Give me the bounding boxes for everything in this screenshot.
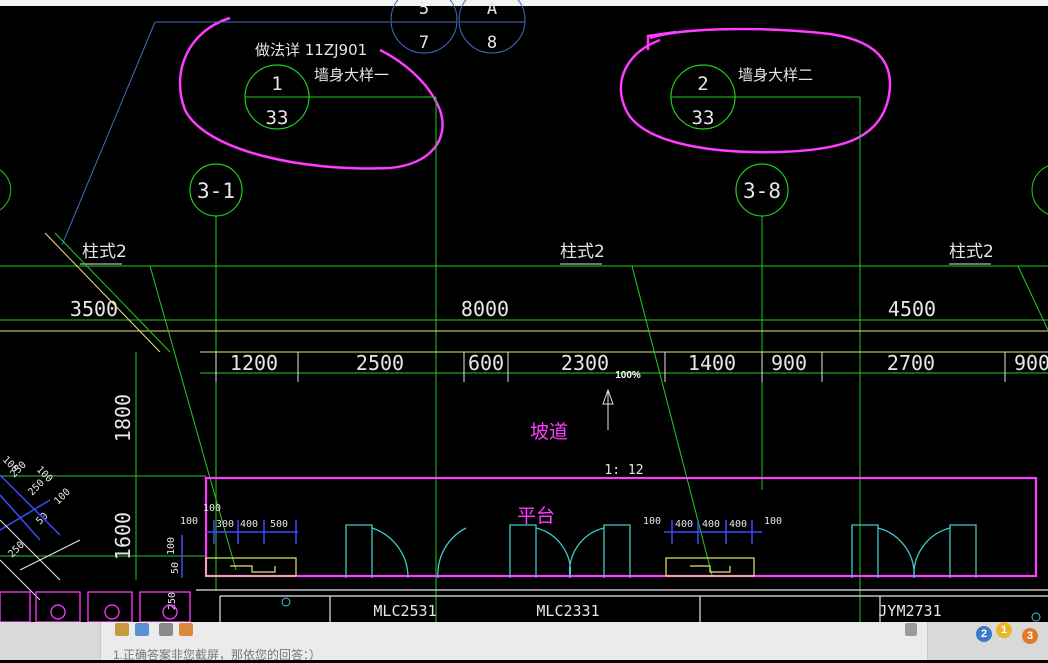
door-swings bbox=[345, 524, 977, 579]
small-dimensions: 100 100 300 400 500 100 400 400 400 100 … bbox=[166, 503, 782, 610]
expand-icon[interactable] bbox=[905, 623, 917, 636]
detail-number: 2 bbox=[697, 73, 708, 95]
top-bubbles: 5 7 A 8 bbox=[390, 0, 526, 54]
window-tag: MLC2531 bbox=[373, 602, 436, 620]
detail-label: 墙身大样二 bbox=[738, 66, 813, 84]
small-dim: 100 bbox=[180, 516, 198, 527]
platform-label: 平台 bbox=[517, 505, 555, 527]
small-dim: 100 bbox=[764, 516, 782, 527]
dimension-text: 900 bbox=[771, 351, 807, 375]
dimension-text: 1200 bbox=[230, 351, 278, 375]
detail-sheet: 33 bbox=[266, 107, 289, 129]
attach-icon[interactable] bbox=[179, 623, 193, 636]
column-label: 柱式2 bbox=[560, 242, 605, 262]
dimension-text: 8000 bbox=[461, 297, 509, 321]
column-label: 柱式2 bbox=[949, 242, 994, 262]
small-dim: 400 bbox=[675, 519, 693, 530]
dimension-text: 2300 bbox=[561, 351, 609, 375]
axis-label: 3-8 bbox=[743, 179, 781, 203]
axis-label: 3-1 bbox=[197, 179, 235, 203]
dimension-text: 1400 bbox=[688, 351, 736, 375]
cad-drawing-canvas[interactable]: 5 7 A 8 做法详 11ZJ901 1 33 墙身大样一 2 33 墙身大样… bbox=[0, 0, 1048, 663]
chat-dock: 1.正确答案非您截屏，那依您的回答：） 2 1 3 bbox=[0, 622, 1048, 663]
small-dim: 50 bbox=[34, 511, 50, 527]
top-bubble-upper: A bbox=[487, 0, 497, 19]
dimension-text: 2700 bbox=[887, 351, 935, 375]
small-dim: 50 bbox=[170, 562, 181, 574]
window-tag: MLC2331 bbox=[536, 602, 599, 620]
emoji-icon[interactable] bbox=[115, 623, 129, 636]
dimension-text: 4500 bbox=[888, 297, 936, 321]
dimension-text: 1800 bbox=[111, 394, 135, 442]
top-bubble-lower: 8 bbox=[487, 33, 497, 53]
badge-count[interactable]: 3 bbox=[1022, 628, 1038, 644]
dimension-text: 2500 bbox=[356, 351, 404, 375]
small-dim: 250 bbox=[167, 592, 178, 610]
top-bubble-lower: 7 bbox=[419, 33, 429, 53]
slope-percent: 100% bbox=[615, 370, 641, 381]
dimension-text: 600 bbox=[468, 351, 504, 375]
badge-count[interactable]: 2 bbox=[976, 626, 992, 642]
dimension-text: 900 bbox=[1014, 351, 1048, 375]
small-dim: 300 bbox=[216, 519, 234, 530]
slope-ratio: 1: 12 bbox=[604, 463, 643, 478]
dimension-text: 1600 bbox=[111, 512, 135, 560]
detail-label: 墙身大样一 bbox=[314, 66, 389, 84]
small-dim: 500 bbox=[270, 519, 288, 530]
top-bubble-upper: 5 bbox=[419, 0, 429, 19]
column-label: 柱式2 bbox=[82, 242, 127, 262]
small-dim: 100 bbox=[166, 537, 177, 555]
window-tag: JYM2731 bbox=[878, 602, 941, 620]
annotation-loop-right bbox=[619, 27, 892, 154]
bold-icon[interactable] bbox=[159, 623, 173, 636]
small-dim: 400 bbox=[702, 519, 720, 530]
detail-number: 1 bbox=[271, 73, 282, 95]
badge-group: 2 1 3 bbox=[968, 622, 1048, 660]
image-icon[interactable] bbox=[135, 623, 149, 636]
chat-input[interactable]: 1.正确答案非您截屏，那依您的回答：） bbox=[113, 646, 321, 663]
badge-count[interactable]: 1 bbox=[996, 622, 1012, 638]
small-dim: 250 bbox=[6, 540, 27, 561]
small-dim: 100 bbox=[203, 503, 221, 514]
detail-sheet: 33 bbox=[692, 107, 715, 129]
small-dim: 100 bbox=[52, 487, 73, 508]
furniture-blocks bbox=[0, 591, 191, 623]
platform-outline bbox=[204, 476, 1038, 578]
small-dim: 100 bbox=[643, 516, 661, 527]
detail-note: 做法详 11ZJ901 bbox=[255, 41, 367, 59]
ramp-arrow bbox=[602, 388, 614, 430]
floor-plan-svg: 5 7 A 8 做法详 11ZJ901 1 33 墙身大样一 2 33 墙身大样… bbox=[0, 0, 1048, 623]
small-dim: 400 bbox=[240, 519, 258, 530]
ramp-label: 坡道 bbox=[530, 421, 568, 443]
annotation-tick bbox=[646, 30, 677, 50]
chat-panel: 1.正确答案非您截屏，那依您的回答：） bbox=[100, 622, 928, 663]
small-dim: 400 bbox=[729, 519, 747, 530]
leader-line bbox=[61, 21, 156, 246]
